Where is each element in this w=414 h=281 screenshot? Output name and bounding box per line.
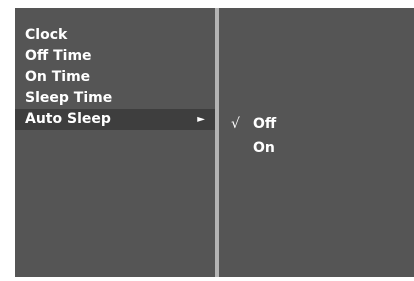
checkmark-icon: √ — [231, 116, 240, 132]
menu-item-auto-sleep[interactable]: Auto Sleep ► — [15, 109, 215, 130]
main-menu: Clock Off Time On Time Sleep Time Auto S… — [15, 25, 215, 130]
menu-item-label: On Time — [25, 69, 91, 85]
menu-item-sleep-time[interactable]: Sleep Time — [15, 88, 215, 109]
menu-item-label: Sleep Time — [25, 90, 113, 106]
option-label: On — [253, 140, 275, 156]
menu-item-clock[interactable]: Clock — [15, 25, 215, 46]
menu-item-off-time[interactable]: Off Time — [15, 46, 215, 67]
option-label: Off — [253, 116, 277, 132]
option-on[interactable]: On — [231, 136, 401, 160]
menu-item-on-time[interactable]: On Time — [15, 67, 215, 88]
menu-item-label: Clock — [25, 27, 68, 43]
panel-divider — [215, 8, 219, 277]
menu-item-label: Auto Sleep — [25, 111, 111, 127]
tv-menu-screen: Clock Off Time On Time Sleep Time Auto S… — [15, 8, 414, 277]
option-off[interactable]: √ Off — [231, 112, 401, 136]
submenu-arrow-icon: ► — [197, 114, 205, 125]
auto-sleep-submenu: √ Off On — [231, 112, 401, 160]
menu-item-label: Off Time — [25, 48, 92, 64]
